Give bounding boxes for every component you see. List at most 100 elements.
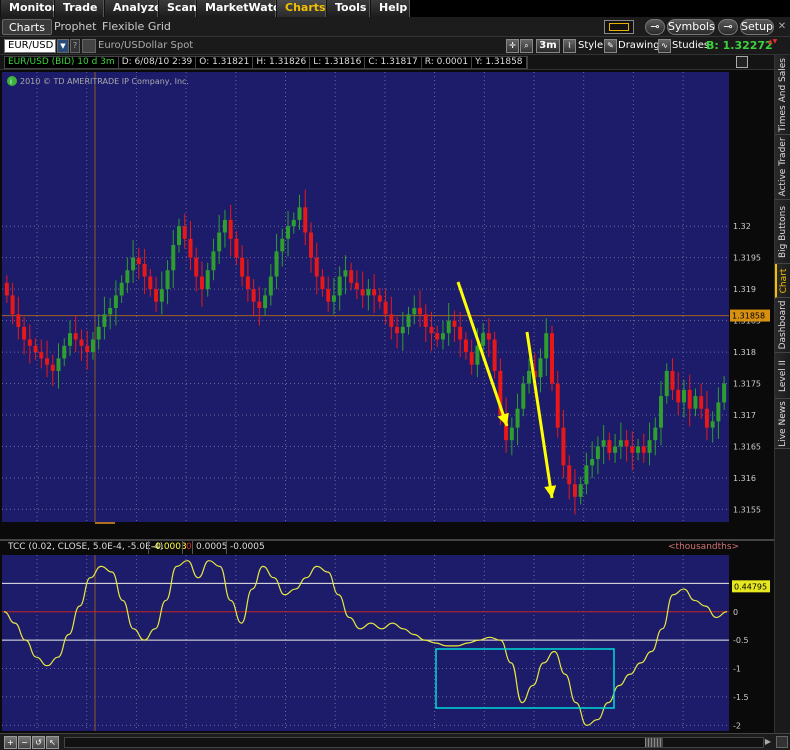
setup-button[interactable]: Setup [740, 19, 774, 35]
aggregation-button[interactable]: 3m [536, 39, 560, 53]
menu-charts[interactable]: Charts [276, 0, 326, 17]
candle-body [641, 446, 646, 453]
thinkorswim-window: Monitor Trade Analyze Scan MarketWatch C… [0, 0, 790, 750]
symbols-button[interactable]: Symbols [667, 19, 715, 35]
menu-marketwatch[interactable]: MarketWatch [196, 0, 287, 17]
candle-body [337, 276, 342, 296]
studies-icon[interactable]: ∿ [658, 39, 671, 53]
price-plot-area[interactable] [2, 72, 729, 522]
bid-price: B: 1.32272 [706, 39, 773, 52]
candle-body [693, 396, 698, 409]
side-gadget-tabs: Times And Sales Active Trader Big Button… [774, 55, 790, 733]
candle-body [85, 345, 90, 353]
candle-body [659, 396, 664, 428]
candle-body [458, 326, 463, 340]
candle-body [303, 207, 308, 233]
zoom-out-icon[interactable]: − [18, 736, 31, 749]
copyright-text: 2010 © TD AMERITRADE IP Company, Inc. [20, 77, 189, 86]
tcc-study-chart[interactable]: 0.50-0.5-1-1.5-20.44795 [0, 541, 774, 733]
bar-close: C: 1.31817 [365, 57, 422, 68]
candle-body [607, 440, 612, 453]
candle-body [291, 219, 296, 227]
menu-tools[interactable]: Tools [326, 0, 370, 17]
candle-body [372, 289, 377, 296]
menu-analyze[interactable]: Analyze [104, 0, 162, 17]
close-icon[interactable]: ✕ [776, 21, 788, 33]
candle-body [4, 282, 9, 296]
cursor-icon[interactable]: ↖ [46, 736, 59, 749]
symbol-input[interactable]: EUR/USD [4, 39, 56, 53]
candle-body [27, 339, 32, 346]
candle-body [716, 402, 721, 422]
sidetab-live-news[interactable]: Live News [775, 399, 790, 449]
menu-monitor[interactable]: Monitor [0, 0, 57, 17]
symbol-lookup-icon[interactable]: ? [70, 39, 80, 53]
candle-body [676, 389, 681, 403]
candle-body [177, 226, 182, 246]
price-chart[interactable]: 1.321.31951.3191.31851.3181.31751.3171.3… [0, 70, 774, 524]
horizontal-scrollbar[interactable] [64, 737, 764, 748]
study-plot-area[interactable] [2, 555, 729, 731]
candle-body [389, 314, 394, 327]
candle-body [595, 446, 600, 460]
maximize-icon[interactable] [736, 56, 748, 68]
candle-body [331, 295, 336, 302]
candle-body [171, 245, 176, 271]
sidetab-active-trader[interactable]: Active Trader [775, 135, 790, 200]
drawings-icon[interactable]: ✎ [604, 39, 617, 53]
setup-link-icon[interactable]: ⊸ [718, 19, 738, 35]
candle-body [567, 465, 572, 485]
bar-range: R: 0.0001 [422, 57, 473, 68]
candle-body [561, 427, 566, 466]
sidetab-times-and-sales[interactable]: Times And Sales [775, 55, 790, 135]
sidetab-level-ii[interactable]: Level II [775, 353, 790, 399]
layout-selector[interactable] [604, 20, 634, 34]
candle-body [452, 320, 457, 327]
menu-help[interactable]: Help [370, 0, 410, 17]
bar-open: O: 1.31821 [196, 57, 254, 68]
candle-body [108, 308, 113, 315]
scroll-end-icon[interactable] [776, 736, 788, 748]
scrollbar-thumb[interactable] [645, 738, 663, 747]
style-menu[interactable]: Style [578, 40, 603, 51]
candle-body [429, 326, 434, 334]
studies-menu[interactable]: Studies [672, 40, 709, 51]
symbol-bar: EUR/USD ▼ ? Euro/USDollar Spot ✛ ⌕ 3m ⌇ … [0, 37, 790, 55]
subtab-flexible-grid[interactable]: Flexible Grid [96, 19, 177, 35]
menu-scan[interactable]: Scan [158, 0, 197, 17]
candle-body [154, 289, 159, 302]
candle-body [199, 276, 204, 290]
candle-body [286, 226, 291, 239]
ohlc-strip: EUR/USD (BID) 10 d 3m D: 6/08/10 2:39 O:… [4, 56, 528, 69]
reset-zoom-icon[interactable]: ↺ [32, 736, 45, 749]
subtab-charts[interactable]: Charts [2, 19, 52, 35]
candle-body [515, 408, 520, 428]
layout-frame-icon [609, 23, 629, 31]
candle-body [360, 289, 365, 296]
candle-body [50, 364, 55, 371]
price-tick-label: 1.3155 [733, 505, 761, 514]
symbol-dropdown-icon[interactable]: ▼ [57, 39, 69, 53]
candle-body [228, 219, 233, 239]
candle-body [234, 238, 239, 258]
zoom-tool-icon[interactable]: ⌕ [520, 39, 533, 53]
sidetab-dashboard[interactable]: Dashboard [775, 298, 790, 353]
zoom-in-icon[interactable]: + [4, 736, 17, 749]
sidetab-big-buttons[interactable]: Big Buttons [775, 200, 790, 264]
subtab-prophet[interactable]: Prophet [48, 19, 103, 35]
price-tick-label: 1.318 [733, 348, 756, 357]
price-tick-label: 1.319 [733, 285, 756, 294]
sidetab-chart[interactable]: Chart [775, 264, 790, 298]
candle-body [39, 352, 44, 359]
price-tick-label: 1.3195 [733, 254, 761, 263]
symbols-link-icon[interactable]: ⊸ [645, 19, 665, 35]
crosshair-tool-icon[interactable]: ✛ [506, 39, 519, 53]
candle-body [435, 333, 440, 340]
candle-body [211, 251, 216, 271]
sub-tab-bar: Charts Prophet Flexible Grid ⊸ Symbols ⊸… [0, 17, 790, 37]
bar-high: H: 1.31826 [253, 57, 311, 68]
scroll-right-icon[interactable]: ▶ [762, 736, 774, 748]
style-icon[interactable]: ⌇ [563, 39, 576, 53]
menu-trade[interactable]: Trade [54, 0, 104, 17]
candle-body [22, 326, 27, 340]
